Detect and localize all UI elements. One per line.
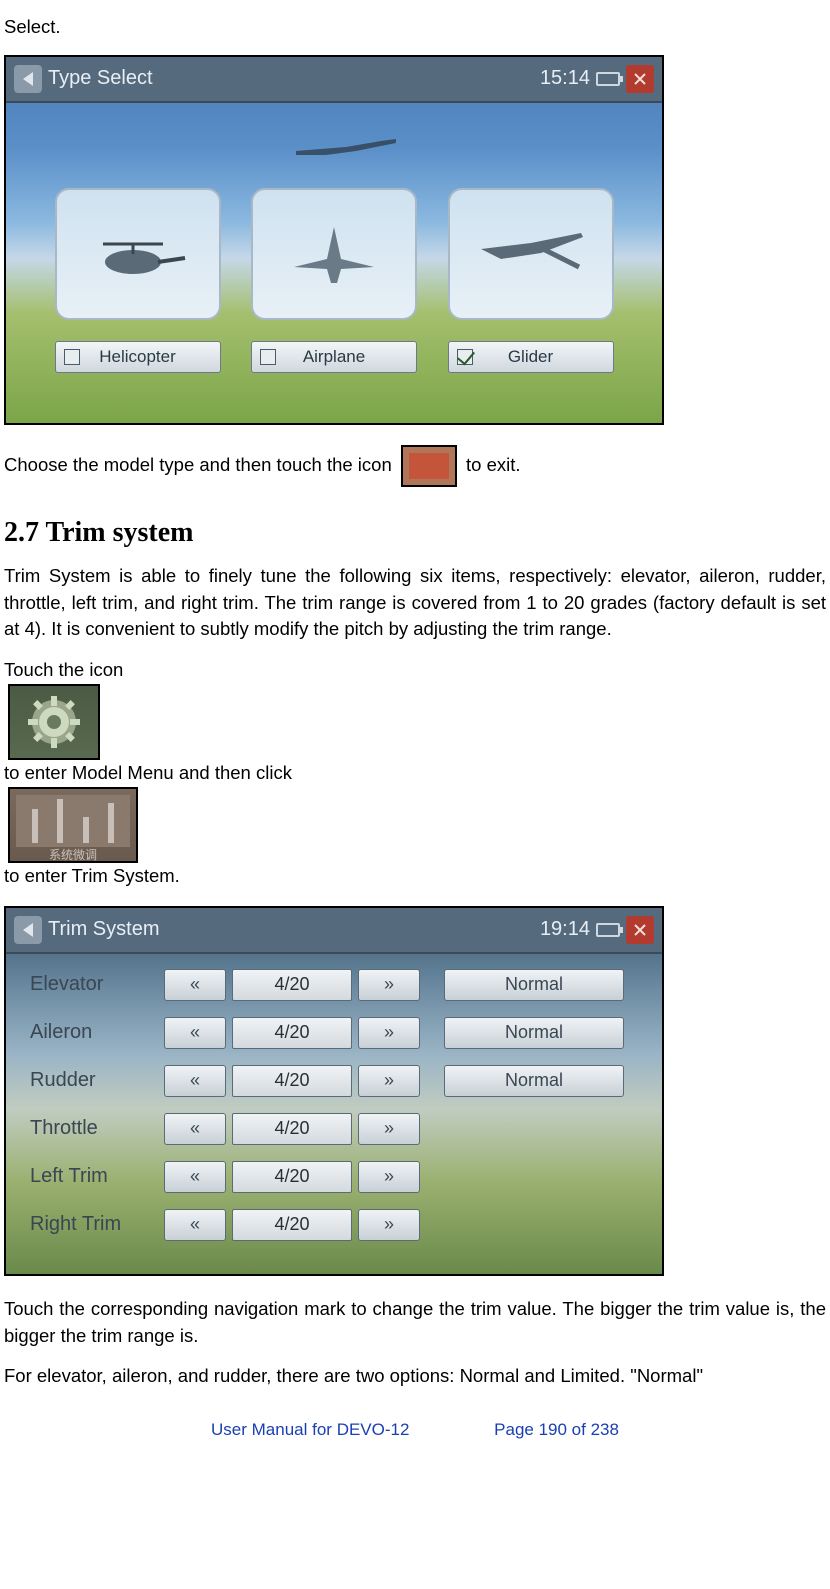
para-options: For elevator, aileron, and rudder, there… [4,1363,826,1390]
figure-trim-system: Trim System 19:14 Elevator«4/20»NormalAi… [4,906,664,1276]
increase-button[interactable]: » [358,1065,420,1097]
card-helicopter[interactable] [55,188,221,320]
trim-row-name: Right Trim [24,1213,164,1236]
fig2-time: 19:14 [540,918,590,941]
figure-type-select: Type Select 15:14 [4,55,664,425]
checkbox-checked-icon [457,349,473,365]
fig1-title: Type Select [48,67,153,90]
option-airplane[interactable]: Airplane [251,341,417,373]
trim-system-icon: 系统微调 [8,787,138,863]
gear-icon [8,684,100,760]
trim-mode-button[interactable]: Normal [444,1065,624,1097]
text: to exit. [466,454,521,475]
trim-row-name: Aileron [24,1021,164,1044]
option-glider[interactable]: Glider [448,341,614,373]
decrease-button[interactable]: « [164,1161,226,1193]
text: Choose the model type and then touch the… [4,454,392,475]
trim-stepper: «4/20» [164,1065,420,1097]
battery-icon [596,72,620,86]
close-icon[interactable] [626,916,654,944]
trim-row-name: Rudder [24,1069,164,1092]
trim-row-name: Left Trim [24,1165,164,1188]
trim-row: Left Trim«4/20» [24,1156,644,1198]
checkbox-icon [260,349,276,365]
checkbox-icon [64,349,80,365]
card-glider[interactable] [448,188,614,320]
increase-button[interactable]: » [358,1209,420,1241]
trim-row: Elevator«4/20» Normal [24,964,644,1006]
fig2-title: Trim System [48,918,159,941]
trim-row: Right Trim«4/20» [24,1204,644,1246]
trim-stepper: «4/20» [164,1209,420,1241]
trim-value: 4/20 [232,1065,352,1097]
trim-row-name: Throttle [24,1117,164,1140]
increase-button[interactable]: » [358,1113,420,1145]
option-label: Glider [508,347,553,367]
text: to enter Trim System. [4,865,180,886]
option-label: Airplane [303,347,365,367]
battery-icon [596,923,620,937]
card-airplane[interactable] [251,188,417,320]
decrease-button[interactable]: « [164,1209,226,1241]
decrease-button[interactable]: « [164,1113,226,1145]
para-touch: Touch the icon to enter Model Menu and t… [4,657,826,889]
increase-button[interactable]: » [358,1161,420,1193]
fig2-titlebar: Trim System 19:14 [6,908,662,954]
trim-stepper: «4/20» [164,1113,420,1145]
page-footer: User Manual for DEVO-12 Page 190 of 238 [4,1420,826,1440]
trim-intro: Trim System is able to finely tune the f… [4,563,826,643]
increase-button[interactable]: » [358,969,420,1001]
decrease-button[interactable]: « [164,1065,226,1097]
footer-title: User Manual for DEVO-12 [211,1420,409,1439]
intro-line: Select. [4,14,826,41]
text: to enter Model Menu and then click [4,762,292,783]
exit-icon [401,445,457,487]
decrease-button[interactable]: « [164,1017,226,1049]
fig1-time: 15:14 [540,67,590,90]
close-icon[interactable] [626,65,654,93]
footer-page: Page 190 of 238 [494,1420,619,1439]
trim-row: Rudder«4/20» Normal [24,1060,644,1102]
trim-stepper: «4/20» [164,969,420,1001]
text: Touch the icon [4,659,123,680]
para-choose: Choose the model type and then touch the… [4,445,826,487]
fig1-titlebar: Type Select 15:14 [6,57,662,103]
plane-silhouette-icon [286,133,406,163]
trim-value: 4/20 [232,1017,352,1049]
option-label: Helicopter [99,347,176,367]
trim-row: Aileron«4/20» Normal [24,1012,644,1054]
trim-value: 4/20 [232,1161,352,1193]
trim-value: 4/20 [232,1209,352,1241]
option-helicopter[interactable]: Helicopter [55,341,221,373]
trim-row: Throttle«4/20» [24,1108,644,1150]
para-nav: Touch the corresponding navigation mark … [4,1296,826,1350]
trim-value: 4/20 [232,1113,352,1145]
back-icon[interactable] [14,65,42,93]
trim-mode-button[interactable]: Normal [444,1017,624,1049]
back-icon[interactable] [14,916,42,944]
increase-button[interactable]: » [358,1017,420,1049]
trim-row-name: Elevator [24,973,164,996]
trim-stepper: «4/20» [164,1017,420,1049]
trim-mode-button[interactable]: Normal [444,969,624,1001]
section-heading: 2.7 Trim system [4,517,826,549]
decrease-button[interactable]: « [164,969,226,1001]
trim-value: 4/20 [232,969,352,1001]
trim-icon-caption: 系统微调 [16,847,130,864]
trim-stepper: «4/20» [164,1161,420,1193]
